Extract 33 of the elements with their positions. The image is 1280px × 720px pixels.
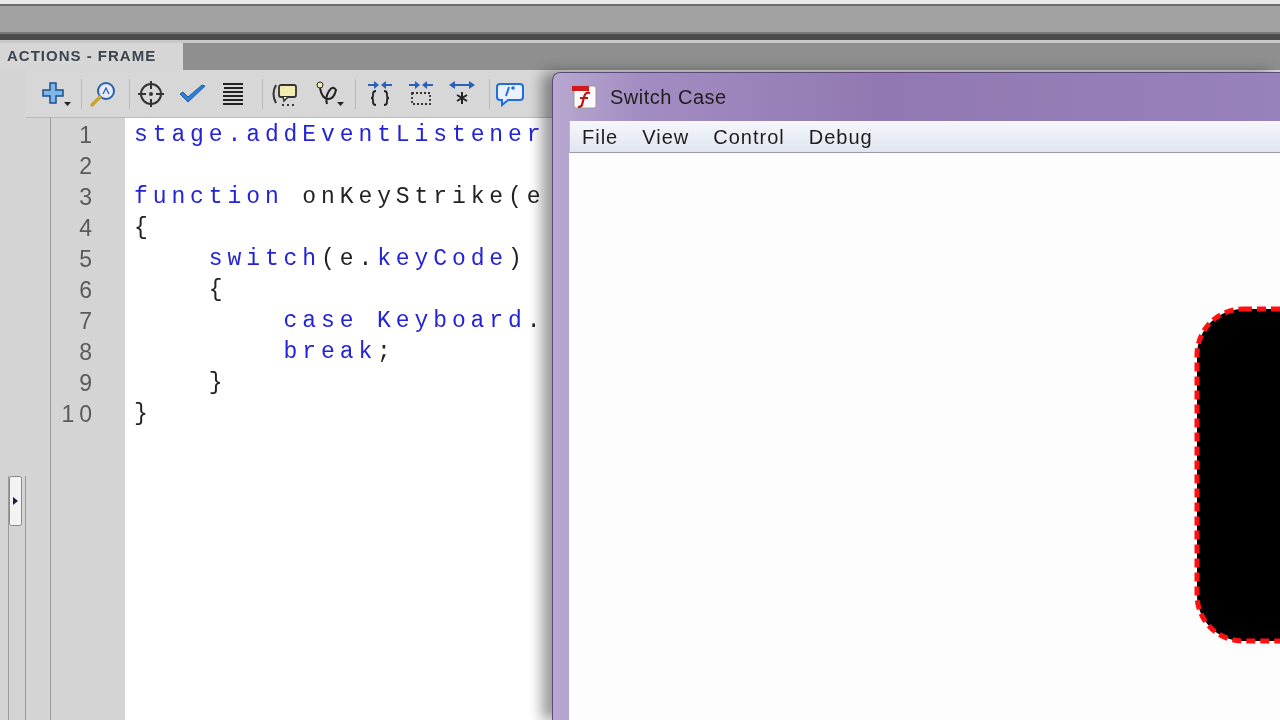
dashed-box-arrows-icon[interactable] — [407, 79, 435, 108]
braces-arrows-icon[interactable] — [366, 79, 394, 108]
app-logo-icon — [572, 84, 598, 110]
line-number: 2 — [79, 152, 97, 181]
code-line: case Keyboard. — [283, 307, 546, 336]
menu-item[interactable]: View — [630, 121, 702, 152]
code-line: } — [208, 369, 228, 398]
window-title: Switch Case — [610, 85, 727, 110]
plus-icon[interactable] — [41, 79, 72, 108]
panel-tab[interactable]: ACTIONS - FRAME — [0, 43, 183, 70]
crosshair-icon[interactable] — [137, 79, 165, 108]
line-number: 10 — [61, 400, 97, 429]
line-number: 3 — [79, 183, 97, 212]
code-line: switch(e.keyCode) — [208, 245, 527, 274]
code-line: } — [134, 400, 153, 429]
line-number: 7 — [79, 307, 97, 336]
line-number: 4 — [79, 214, 97, 243]
code-line: function onKeyStrike(e — [134, 183, 546, 212]
line-number: 8 — [79, 338, 97, 367]
menu-item[interactable]: Control — [701, 121, 797, 152]
menu-item[interactable]: Debug — [796, 121, 885, 152]
code-line: { — [208, 276, 228, 305]
code-line: { — [134, 214, 153, 243]
stethoscope-icon[interactable] — [315, 79, 345, 108]
line-number: 9 — [79, 369, 97, 398]
search-icon[interactable] — [89, 79, 117, 108]
panel-toggle-icon[interactable] — [9, 476, 22, 526]
line-number: 6 — [79, 276, 97, 305]
code-line: stage.addEventListener — [134, 121, 546, 150]
line-number: 5 — [79, 245, 97, 274]
line-number: 1 — [79, 121, 97, 150]
menu-item[interactable]: File — [570, 121, 631, 152]
code-line: break; — [283, 338, 396, 367]
